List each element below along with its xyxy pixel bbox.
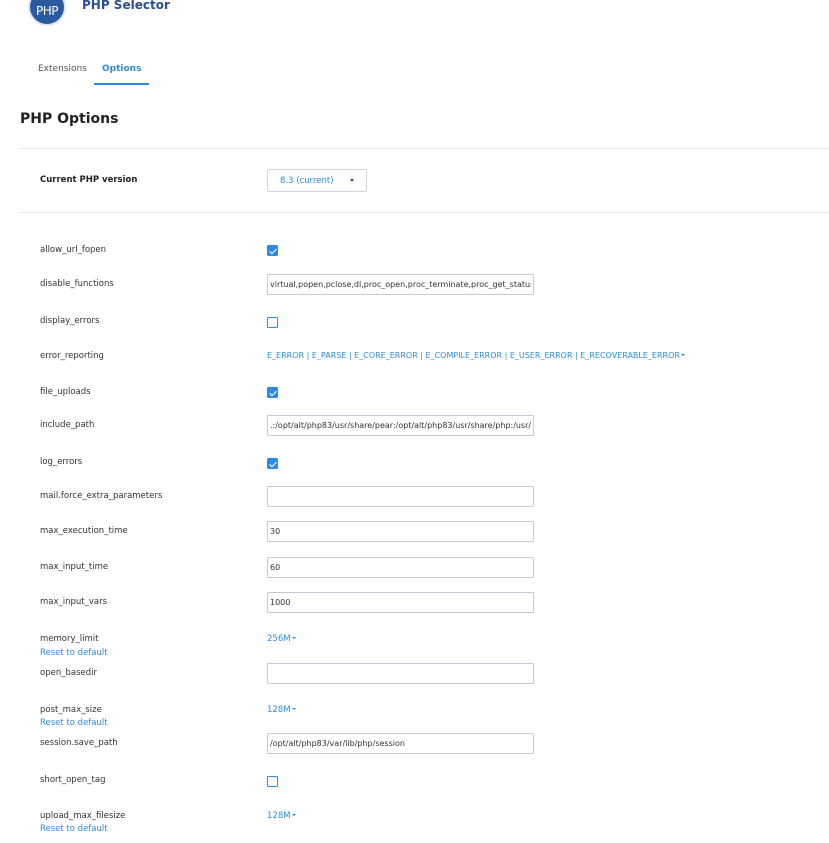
php-version-select[interactable]: 8.3 (current)	[267, 169, 367, 192]
chevron-down-icon	[291, 637, 296, 639]
php-version-value: 8.3 (current)	[280, 176, 334, 186]
open-basedir-input[interactable]	[267, 663, 534, 684]
option-label-display-errors: display_errors	[40, 316, 100, 326]
option-label-memory-limit: memory_limit	[40, 634, 99, 644]
max-input-time-input[interactable]	[267, 557, 534, 578]
option-label-max-input-time: max_input_time	[40, 562, 109, 572]
mail-force-extra-parameters-input[interactable]	[267, 486, 534, 507]
error-reporting-value: E_ERROR | E_PARSE | E_CORE_ERROR | E_COM…	[267, 351, 680, 360]
chevron-down-icon	[291, 814, 296, 816]
option-label-max-input-vars: max_input_vars	[40, 597, 108, 607]
memory-limit-value: 256M	[267, 634, 291, 644]
memory-limit-dropdown[interactable]: 256M	[267, 634, 296, 644]
short-open-tag-checkbox[interactable]	[267, 776, 278, 787]
option-label-post-max-size: post_max_size	[40, 705, 102, 715]
option-label-short-open-tag: short_open_tag	[40, 775, 106, 785]
display-errors-checkbox[interactable]	[267, 317, 278, 328]
option-label-log-errors: log_errors	[40, 457, 83, 467]
disable-functions-input[interactable]	[267, 274, 534, 295]
post-max-size-value: 128M	[267, 705, 291, 715]
option-label-upload-max-filesize: upload_max_filesize	[40, 811, 126, 821]
option-label-file-uploads: file_uploads	[40, 387, 91, 397]
post-max-size-dropdown[interactable]: 128M	[267, 705, 296, 715]
option-label-open-basedir: open_basedir	[40, 668, 97, 678]
php-logo-icon: PHP	[28, 0, 66, 26]
include-path-input[interactable]	[267, 415, 534, 436]
page-title: PHP Options	[20, 111, 119, 127]
max-execution-time-input[interactable]	[267, 521, 534, 542]
app-title: PHP Selector	[82, 0, 170, 12]
chevron-down-icon	[291, 708, 296, 710]
memory-limit-reset-link[interactable]: Reset to default	[40, 648, 108, 658]
option-label-allow-url-fopen: allow_url_fopen	[40, 245, 107, 255]
chevron-down-icon	[680, 354, 685, 356]
divider	[20, 212, 829, 213]
upload-max-filesize-value: 128M	[267, 811, 291, 821]
upload-max-filesize-dropdown[interactable]: 128M	[267, 811, 296, 821]
log-errors-checkbox[interactable]	[267, 458, 278, 469]
logo-text: PHP	[36, 4, 59, 18]
option-label-max-execution-time: max_execution_time	[40, 526, 128, 536]
allow-url-fopen-checkbox[interactable]	[267, 245, 278, 256]
tab-extensions[interactable]: Extensions	[30, 58, 95, 85]
session-save-path-input[interactable]	[267, 733, 534, 754]
option-label-mail-force-extra-parameters: mail.force_extra_parameters	[40, 491, 163, 501]
current-version-label: Current PHP version	[40, 175, 138, 185]
option-label-include-path: include_path	[40, 420, 95, 430]
upload-max-filesize-reset-link[interactable]: Reset to default	[40, 824, 108, 834]
chevron-down-icon	[350, 179, 354, 182]
file-uploads-checkbox[interactable]	[267, 387, 278, 398]
divider	[20, 148, 829, 149]
max-input-vars-input[interactable]	[267, 592, 534, 613]
tab-options[interactable]: Options	[94, 58, 150, 85]
post-max-size-reset-link[interactable]: Reset to default	[40, 718, 108, 728]
option-label-disable-functions: disable_functions	[40, 279, 114, 289]
error-reporting-dropdown[interactable]: E_ERROR | E_PARSE | E_CORE_ERROR | E_COM…	[267, 351, 685, 360]
option-label-error-reporting: error_reporting	[40, 351, 104, 361]
option-label-session-save-path: session.save_path	[40, 738, 118, 748]
